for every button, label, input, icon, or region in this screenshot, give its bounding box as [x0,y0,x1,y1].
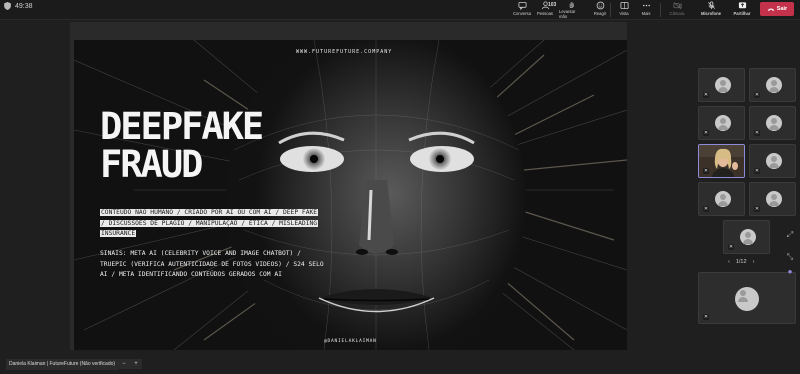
react-label: Reagir [593,11,607,16]
gallery-pager: ‹ 1/12 › [728,259,754,265]
participant-tile[interactable]: ✕ [723,220,770,254]
toolbar-divider [610,3,611,17]
people-label: Pessoas [536,11,554,16]
timer-text: 49:38 [15,2,33,10]
share-icon [738,2,746,9]
mic-muted-icon: ✕ [754,206,760,212]
mic-muted-icon: ✕ [754,92,760,98]
mic-muted-icon: ✕ [728,244,734,250]
more-label: Mais [641,11,651,16]
mic-muted-icon: ✕ [754,130,760,136]
slide-title: DEEPFAKE FRAUD [100,105,264,186]
raise-hand-icon [569,2,574,8]
chat-button[interactable]: Conversa [510,1,534,19]
highlight-text: CONTEÚDO NÃO HUMANO / CRIADO POR AI OU C… [100,209,319,237]
participant-tile-video[interactable]: ✕ [698,144,745,178]
slide-highlight-text: CONTEÚDO NÃO HUMANO / CRIADO POR AI OU C… [100,208,320,240]
people-button[interactable]: 103 Pessoas [533,1,557,19]
mic-muted-icon: ✕ [754,168,760,174]
react-button[interactable]: Reagir [588,1,612,19]
raise-hand-label: Levantar mão [559,9,576,19]
avatar [715,115,731,131]
more-icon [642,4,650,7]
avatar [740,229,756,245]
slide-website: WWW.FUTUREFUTURE.COMPANY [296,49,393,55]
avatar [715,77,731,93]
pager-prev-button[interactable]: ‹ [728,259,730,265]
participant-tile[interactable]: ✕ [698,68,745,102]
participant-tile[interactable]: ✕ [698,106,745,140]
avatar [766,153,782,169]
participant-tile[interactable]: ✕ [749,106,796,140]
pager-next-button[interactable]: › [753,259,755,265]
chat-label: Conversa [513,11,531,16]
zoom-out-button[interactable]: − [122,361,126,367]
slide-sinais-text: SINAIS: META AI (CELEBRITY VOICE AND IMA… [100,250,324,278]
people-count: 103 [548,2,557,8]
pager-text: 1/12 [735,259,747,265]
camera-off-icon [672,2,682,10]
view-label: Vista [619,11,629,16]
slide-author-handle: @DANIELAKLAIMAN [324,339,377,344]
avatar [766,191,782,207]
shield-icon [4,2,11,10]
shared-slide: WWW.FUTUREFUTURE.COMPANY DEEPFAKE FRAUD … [74,40,627,350]
share-label: Partilhar [733,11,751,16]
mic-muted-icon: ✕ [703,168,709,174]
mic-button[interactable]: Microfone [697,1,725,19]
more-button[interactable]: Mais [634,1,658,19]
slide-title-line2: FRAUD [100,143,203,186]
slide-title-line1: DEEPFAKE [100,105,264,148]
phone-hangup-icon [767,8,774,11]
camera-label: Câmara [669,11,685,16]
participant-tile[interactable]: ✕ [698,182,745,216]
mic-label: Microfone [700,11,721,16]
avatar [715,191,731,207]
chat-icon [517,1,527,10]
toolbar-divider [660,3,661,17]
share-button[interactable]: Partilhar [731,1,753,19]
participant-tile[interactable]: ✕ [749,182,796,216]
participant-tile[interactable]: ✕ [749,68,796,102]
avatar [766,115,782,131]
view-button[interactable]: Vista [612,1,636,19]
expand-icon[interactable]: ⤢ [785,230,795,240]
react-icon [596,1,604,10]
deepfake-face-artwork [74,40,627,350]
copilot-icon[interactable]: ● [785,266,795,276]
avatar [735,287,759,311]
meeting-toolbar: 49:38 Conversa 103 Pessoas Levantar mão … [0,0,800,20]
camera-button[interactable]: Câmara [665,1,689,19]
leave-button[interactable]: Sair [760,2,794,16]
collapse-icon[interactable]: ⤡ [785,252,795,262]
mic-off-icon [707,1,715,10]
mic-muted-icon: ✕ [703,314,709,320]
avatar [766,77,782,93]
meeting-timer: 49:38 [4,2,33,10]
leave-label: Sair [776,6,788,12]
zoom-controls[interactable]: − + [118,359,142,369]
mic-muted-icon: ✕ [703,206,709,212]
mic-muted-icon: ✕ [703,130,709,136]
zoom-in-button[interactable]: + [134,361,138,367]
participant-tile[interactable]: ✕ [749,144,796,178]
view-icon [619,1,629,10]
participant-tile-large[interactable]: ✕ [698,272,796,324]
presenter-name-label: Daniela Klaiman | FutureFuture (Não veri… [6,359,119,370]
mic-muted-icon: ✕ [703,92,709,98]
raise-hand-button[interactable]: Levantar mão [559,1,583,19]
